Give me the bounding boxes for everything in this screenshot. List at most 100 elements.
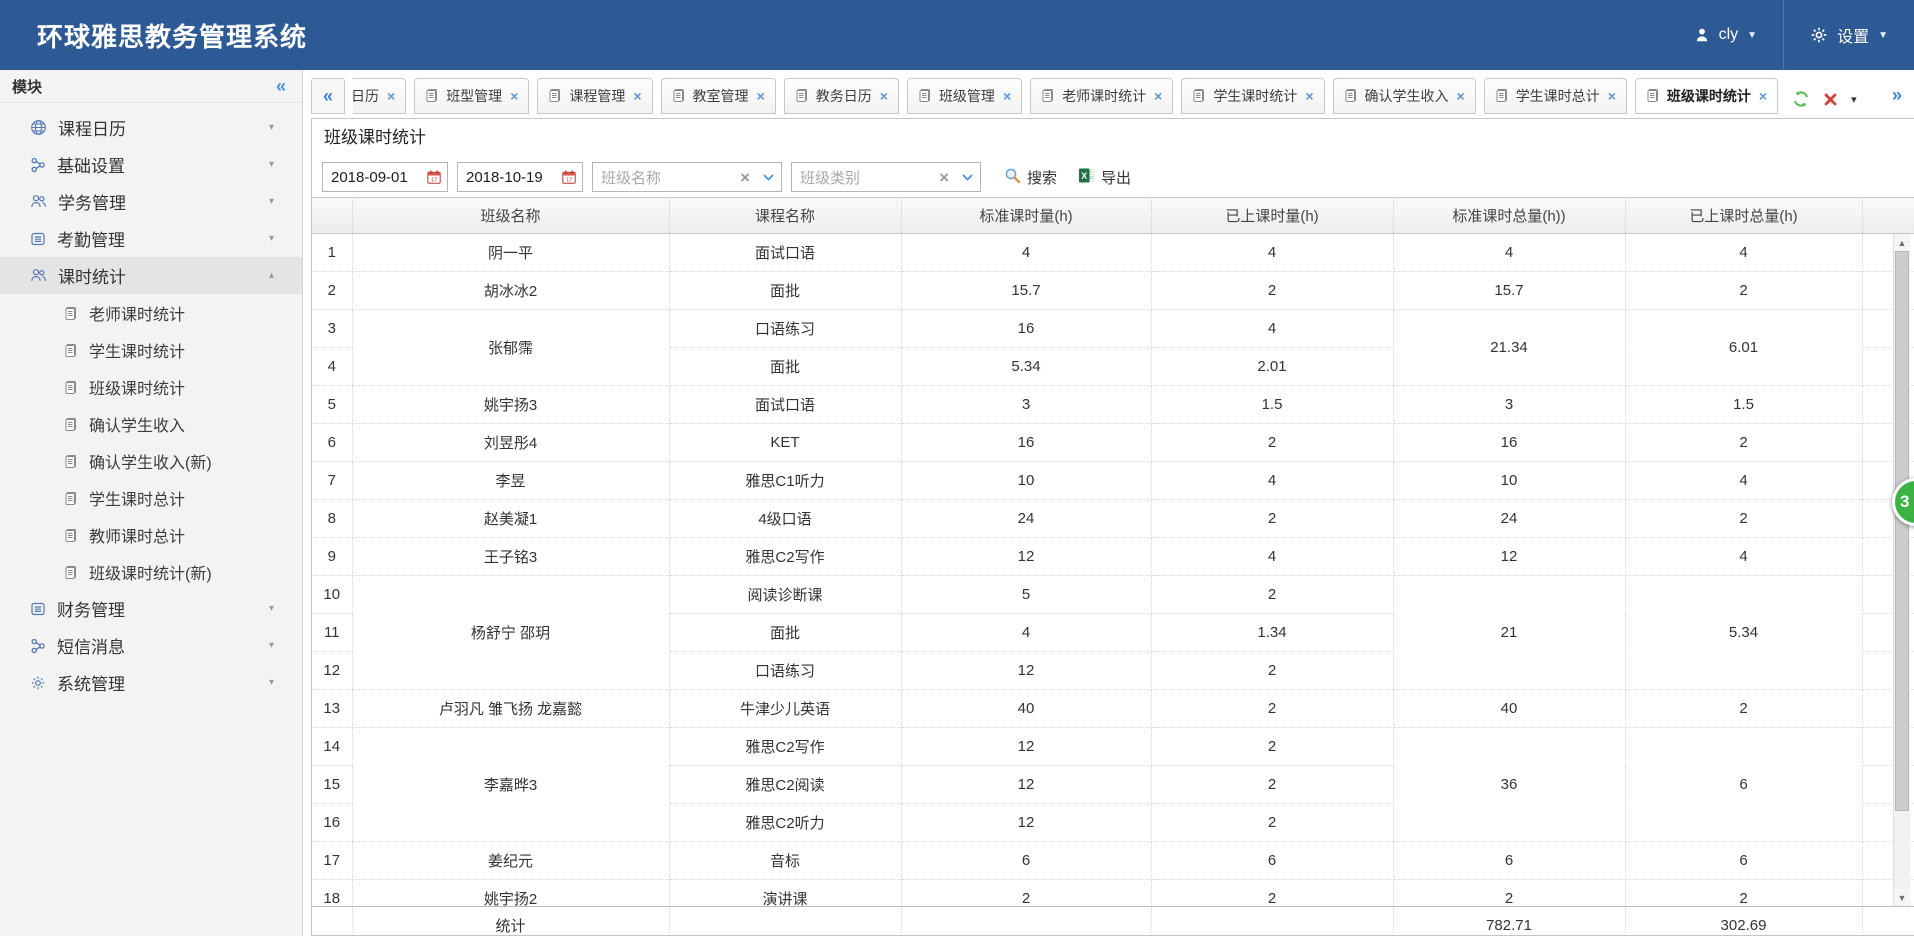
close-menu-caret-icon[interactable]: ▾	[1851, 93, 1857, 106]
table-cell: 4	[901, 614, 1151, 652]
table-cell: 5.34	[1625, 576, 1862, 690]
tab-calendar[interactable]: 日历 ×	[353, 78, 406, 114]
document-icon	[548, 88, 562, 105]
table-cell: 雅思C2阅读	[669, 766, 901, 804]
table-row[interactable]: 1阴一平面试口语4444	[312, 234, 1914, 272]
table-cell: 16	[1393, 424, 1625, 462]
tab-scroll-right-icon[interactable]: »	[1886, 85, 1914, 114]
user-menu[interactable]: cly ▼	[1668, 0, 1783, 70]
tab-label: 班级管理	[939, 86, 995, 106]
app-title: 环球雅思教务管理系统	[37, 17, 307, 54]
document-icon	[1192, 88, 1206, 105]
tab-close-icon[interactable]: ×	[1154, 89, 1162, 103]
chevron-down-icon[interactable]	[755, 163, 781, 191]
tab-close-icon[interactable]: ×	[880, 89, 888, 103]
refresh-icon[interactable]	[1792, 90, 1810, 108]
table-row[interactable]: 6刘昱彤4KET162162	[312, 424, 1914, 462]
sidebar-subitem-confirm-student-income[interactable]: 确认学生收入	[0, 405, 302, 442]
table-cell: 2	[1393, 880, 1625, 907]
svg-text:17: 17	[566, 178, 572, 184]
tab-teacher-hour-stats[interactable]: 老师课时统计×	[1030, 78, 1173, 114]
table-row[interactable]: 18姚宇扬2演讲课2222	[312, 880, 1914, 907]
vertical-scrollbar[interactable]: ▲ ▼	[1893, 234, 1910, 906]
table-cell: 10	[312, 576, 352, 614]
tab-label: 日历	[353, 86, 379, 106]
tab-class-type-mgmt[interactable]: 班型管理 ×	[414, 78, 529, 114]
clear-icon[interactable]: ×	[735, 169, 755, 186]
chevron-down-icon[interactable]	[954, 163, 980, 191]
search-button[interactable]: 搜索	[998, 167, 1063, 188]
tab-academic-calendar[interactable]: 教务日历×	[784, 78, 899, 114]
clear-icon[interactable]: ×	[934, 169, 954, 186]
sidebar-subitem-student-hour-stats[interactable]: 学生课时统计	[0, 331, 302, 368]
tab-close-icon[interactable]: ×	[1608, 89, 1616, 103]
close-all-tabs-icon[interactable]	[1823, 92, 1838, 107]
class-type-combobox[interactable]: 班级类别 ×	[791, 162, 981, 192]
calendar-icon[interactable]: 17	[426, 169, 447, 185]
tab-student-hour-stats[interactable]: 学生课时统计 ×	[1181, 78, 1324, 114]
sidebar-subitem-class-hour-stats-new[interactable]: 班级课时统计(新)	[0, 553, 302, 590]
sidebar-item-system-mgmt[interactable]: 系统管理▾	[0, 664, 302, 701]
tab-class-hour-stats[interactable]: 班级课时统计×	[1635, 78, 1778, 114]
summary-row: 统计782.71302.69	[312, 907, 1914, 935]
table-cell: 6	[1625, 728, 1862, 842]
tab-close-icon[interactable]: ×	[510, 89, 518, 103]
tab-confirm-student-income[interactable]: 确认学生收入 ×	[1333, 78, 1476, 114]
tab-student-hour-total[interactable]: 学生课时总计×	[1484, 78, 1627, 114]
sidebar-item-finance-mgmt[interactable]: 财务管理▾	[0, 590, 302, 627]
tab-label: 班型管理	[446, 86, 502, 106]
tab-course-mgmt[interactable]: 课程管理×	[537, 78, 652, 114]
table-row[interactable]: 13卢羽凡 雏飞扬 龙嘉懿牛津少儿英语402402	[312, 690, 1914, 728]
tab-classroom-mgmt[interactable]: 教室管理×	[661, 78, 776, 114]
tab-close-icon[interactable]: ×	[757, 89, 765, 103]
scroll-down-icon[interactable]: ▼	[1894, 889, 1910, 906]
scrollbar-thumb[interactable]	[1895, 251, 1909, 811]
table-row[interactable]: 10杨舒宁 邵玥阅读诊断课52215.34	[312, 576, 1914, 614]
scroll-up-icon[interactable]: ▲	[1894, 234, 1910, 251]
table-cell: 6	[1151, 842, 1393, 880]
table-cell: 口语练习	[669, 652, 901, 690]
sidebar-item-course-calendar[interactable]: 课程日历▾	[0, 109, 302, 146]
table-row[interactable]: 7李昱雅思C1听力104104	[312, 462, 1914, 500]
tab-close-icon[interactable]: ×	[387, 89, 395, 103]
date-from-input[interactable]: 2018-09-01 17	[322, 162, 448, 192]
tab-close-icon[interactable]: ×	[1305, 89, 1313, 103]
class-name-combobox[interactable]: 班级名称 ×	[592, 162, 782, 192]
table-cell: 40	[901, 690, 1151, 728]
table-row[interactable]: 3张郁霈口语练习16421.346.01	[312, 310, 1914, 348]
sidebar-item-sms-messages[interactable]: 短信消息▾	[0, 627, 302, 664]
sidebar-item-student-affairs[interactable]: 学务管理▾	[0, 183, 302, 220]
tab-label: 学生课时统计	[1213, 86, 1297, 106]
tab-close-icon[interactable]: ×	[1759, 89, 1767, 103]
people-icon	[30, 267, 47, 284]
sidebar-item-attendance-mgmt[interactable]: 考勤管理▾	[0, 220, 302, 257]
sidebar-subitem-class-hour-stats-item[interactable]: 班级课时统计	[0, 368, 302, 405]
tab-class-mgmt[interactable]: 班级管理 ×	[907, 78, 1022, 114]
table-cell: 4	[1151, 538, 1393, 576]
date-to-input[interactable]: 2018-10-19 17	[457, 162, 583, 192]
table-cell: 12	[901, 538, 1151, 576]
settings-menu[interactable]: 设置 ▼	[1784, 0, 1914, 70]
table-row[interactable]: 5姚宇扬3面试口语31.531.5	[312, 386, 1914, 424]
tab-label: 确认学生收入	[1365, 86, 1449, 106]
sidebar-subitem-teacher-hour-stats[interactable]: 老师课时统计	[0, 294, 302, 331]
document-icon	[64, 491, 78, 505]
calendar-icon[interactable]: 17	[561, 169, 582, 185]
sidebar-subitem-student-hour-total[interactable]: 学生课时总计	[0, 479, 302, 516]
table-row[interactable]: 17姜纪元音标6666	[312, 842, 1914, 880]
collapse-sidebar-icon[interactable]: «	[276, 77, 286, 95]
sidebar-subitem-teacher-hour-total[interactable]: 教师课时总计	[0, 516, 302, 553]
sidebar-item-class-hour-stats[interactable]: 课时统计▴	[0, 257, 302, 294]
export-button[interactable]: X 导出	[1072, 167, 1137, 188]
tab-close-icon[interactable]: ×	[633, 89, 641, 103]
tab-close-icon[interactable]: ×	[1457, 89, 1465, 103]
table-row[interactable]: 14李嘉晔3雅思C2写作122366	[312, 728, 1914, 766]
sidebar-subitem-confirm-student-income-new[interactable]: 确认学生收入(新)	[0, 442, 302, 479]
table-row[interactable]: 9王子铭3雅思C2写作124124	[312, 538, 1914, 576]
sidebar-item-basic-settings[interactable]: 基础设置▾	[0, 146, 302, 183]
table-row[interactable]: 2胡冰冰2面批15.7215.72	[312, 272, 1914, 310]
settings-label: 设置	[1837, 23, 1869, 47]
table-row[interactable]: 8赵美凝14级口语242242	[312, 500, 1914, 538]
tab-close-icon[interactable]: ×	[1003, 89, 1011, 103]
tab-scroll-left-icon[interactable]: «	[311, 78, 345, 114]
